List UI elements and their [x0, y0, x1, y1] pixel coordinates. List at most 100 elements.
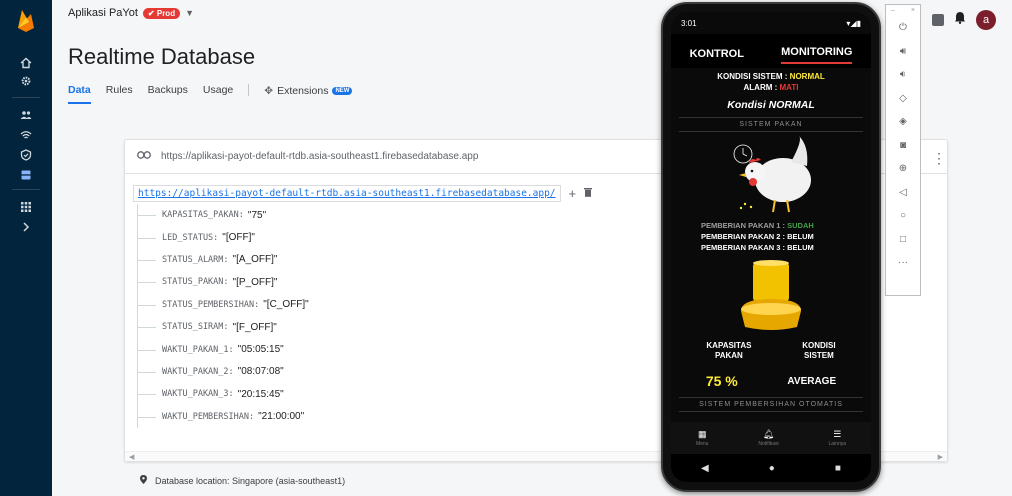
nav-notifikasi[interactable]: 🔔︎ Notifikasi — [758, 429, 778, 447]
rotate-left-icon[interactable]: ◇ — [886, 87, 920, 111]
users-icon[interactable] — [0, 104, 52, 126]
node-value[interactable]: "[OFF]" — [222, 232, 255, 243]
table-row[interactable]: STATUS_PAKAN: "[P_OFF]" — [138, 271, 592, 293]
node-value[interactable]: "[A_OFF]" — [233, 254, 278, 265]
docs-icon[interactable] — [932, 14, 944, 26]
table-row[interactable]: WAKTU_PAKAN_1: "05:05:15" — [138, 338, 592, 360]
pemberian-value: BELUM — [787, 232, 814, 241]
chevron-down-icon[interactable]: ▼ — [185, 8, 194, 18]
scroll-right-icon[interactable]: ▶ — [938, 453, 943, 461]
pemberian-pakan-1: PEMBERIAN PAKAN 1 : SUDAH — [671, 220, 871, 231]
node-value[interactable]: "08:07:08" — [238, 366, 284, 377]
trash-icon[interactable] — [584, 184, 593, 202]
location-pin-icon — [140, 475, 147, 486]
root-node-link[interactable]: https://aplikasi-payot-default-rtdb.asia… — [133, 184, 561, 202]
tab-kontrol[interactable]: KONTROL — [690, 48, 744, 64]
tab-extensions[interactable]: ✥ Extensions NEW — [264, 84, 353, 104]
emulator-toolbar: – × ⏻ 🔊︎ 🔉︎ ◇ ◈ ◙ ⊕ ◁ ○ □ ··· — [885, 4, 921, 296]
kondisi-sistem-value: AVERAGE — [787, 375, 837, 387]
more-icon[interactable]: ··· — [886, 251, 920, 275]
bell-icon: 🔔︎ — [762, 429, 775, 439]
tab-monitoring[interactable]: MONITORING — [781, 46, 853, 64]
add-child-icon[interactable]: + — [569, 186, 577, 201]
tab-backups[interactable]: Backups — [148, 84, 188, 104]
node-value[interactable]: "21:00:00" — [258, 411, 304, 422]
database-icon[interactable] — [0, 164, 52, 186]
nav-menu[interactable]: ▦ Menu — [696, 429, 709, 447]
nav-lainnya[interactable]: ☰ Lainnya — [829, 429, 847, 447]
extensions-icon: ✥ — [264, 85, 274, 97]
node-key: LED_STATUS: — [162, 232, 219, 243]
kondisi-sistem-label-line: KONDISI — [802, 341, 836, 350]
data-tree: https://aplikasi-payot-default-rtdb.asia… — [133, 184, 593, 428]
firebase-logo-icon[interactable] — [12, 6, 40, 34]
node-key: WAKTU_PEMBERSIHAN: — [162, 411, 255, 422]
alarm-value: MATI — [779, 83, 799, 92]
table-row[interactable]: WAKTU_PAKAN_3: "20:15:45" — [138, 383, 592, 405]
node-value[interactable]: "[F_OFF]" — [233, 322, 277, 333]
kapasitas-label: KAPASITAS PAKAN — [706, 341, 751, 361]
pemberian-value: SUDAH — [787, 221, 814, 230]
back-icon[interactable]: ◀ — [701, 463, 709, 474]
tab-data[interactable]: Data — [68, 84, 91, 104]
gear-icon[interactable] — [0, 70, 52, 92]
node-value[interactable]: "20:15:45" — [238, 389, 284, 400]
env-badge: ✔ Prod — [142, 7, 181, 19]
tab-extensions-label: Extensions — [277, 85, 329, 97]
database-location: Database location: Singapore (asia-south… — [140, 475, 345, 486]
bell-icon[interactable] — [954, 11, 966, 29]
back-icon[interactable]: ◁ — [886, 181, 920, 205]
close-icon[interactable]: × — [911, 7, 915, 14]
home-circle-icon[interactable]: ○ — [886, 204, 920, 228]
volume-down-icon[interactable]: 🔉︎ — [886, 63, 920, 87]
minimize-icon[interactable]: – — [891, 7, 895, 14]
table-row[interactable]: KAPASITAS_PAKAN: "75" — [138, 204, 592, 226]
camera-icon[interactable]: ◙ — [886, 134, 920, 158]
node-value[interactable]: "[P_OFF]" — [233, 277, 278, 288]
table-row[interactable]: STATUS_ALARM: "[A_OFF]" — [138, 249, 592, 271]
alarm-line: ALARM : MATI — [671, 82, 871, 93]
table-row[interactable]: STATUS_PEMBERSIHAN: "[C_OFF]" — [138, 294, 592, 316]
link-icon[interactable] — [137, 151, 151, 162]
shield-icon[interactable] — [0, 144, 52, 166]
section-pembersihan: SISTEM PEMBERSIHAN OTOMATIS — [679, 397, 863, 412]
volume-up-icon[interactable]: 🔊︎ — [886, 40, 920, 64]
chevron-right-icon[interactable] — [0, 216, 52, 238]
table-row[interactable]: WAKTU_PEMBERSIHAN: "21:00:00" — [138, 406, 592, 428]
rail-divider — [12, 189, 40, 190]
table-row[interactable]: WAKTU_PAKAN_2: "08:07:08" — [138, 361, 592, 383]
node-value[interactable]: "75" — [248, 210, 266, 221]
database-url[interactable]: https://aplikasi-payot-default-rtdb.asia… — [161, 151, 478, 162]
project-selector[interactable]: Aplikasi PaYot ✔ Prod ▼ — [68, 7, 194, 19]
table-row[interactable]: STATUS_SIRAM: "[F_OFF]" — [138, 316, 592, 338]
kondisi-sistem-label-line: SISTEM — [804, 351, 834, 360]
node-key: STATUS_ALARM: — [162, 254, 229, 265]
new-badge: NEW — [332, 87, 353, 95]
chicken-illustration — [671, 132, 871, 220]
home-icon[interactable]: ● — [769, 463, 775, 474]
node-value[interactable]: "05:05:15" — [238, 344, 284, 355]
more-options-icon[interactable]: ⋮ — [932, 150, 946, 167]
node-key: WAKTU_PAKAN_3: — [162, 389, 234, 400]
power-icon[interactable]: ⏻ — [886, 16, 920, 40]
tab-usage[interactable]: Usage — [203, 84, 233, 104]
overview-icon[interactable]: □ — [886, 228, 920, 252]
scroll-left-icon[interactable]: ◀ — [129, 453, 134, 461]
left-rail — [0, 0, 52, 496]
status-time: 3:01 — [681, 18, 697, 28]
table-row[interactable]: LED_STATUS: "[OFF]" — [138, 226, 592, 248]
app-bottom-nav: ▦ Menu 🔔︎ Notifikasi ☰ Lainnya — [671, 422, 871, 454]
list-icon: ☰ — [833, 429, 842, 439]
rotate-right-icon[interactable]: ◈ — [886, 110, 920, 134]
kapasitas-label-line: KAPASITAS — [706, 341, 752, 350]
pemberian-pakan-2: PEMBERIAN PAKAN 2 : BELUM — [671, 231, 871, 242]
tab-rules[interactable]: Rules — [106, 84, 133, 104]
pemberian-label: PEMBERIAN PAKAN 2 : — [701, 232, 788, 241]
wifi-icon[interactable] — [0, 124, 52, 146]
zoom-icon[interactable]: ⊕ — [886, 157, 920, 181]
nav-notifikasi-label: Notifikasi — [758, 441, 779, 447]
node-value[interactable]: "[C_OFF]" — [263, 299, 308, 310]
recents-icon[interactable]: ■ — [835, 463, 841, 474]
apps-grid-icon[interactable] — [0, 196, 52, 218]
avatar[interactable]: a — [976, 10, 996, 30]
